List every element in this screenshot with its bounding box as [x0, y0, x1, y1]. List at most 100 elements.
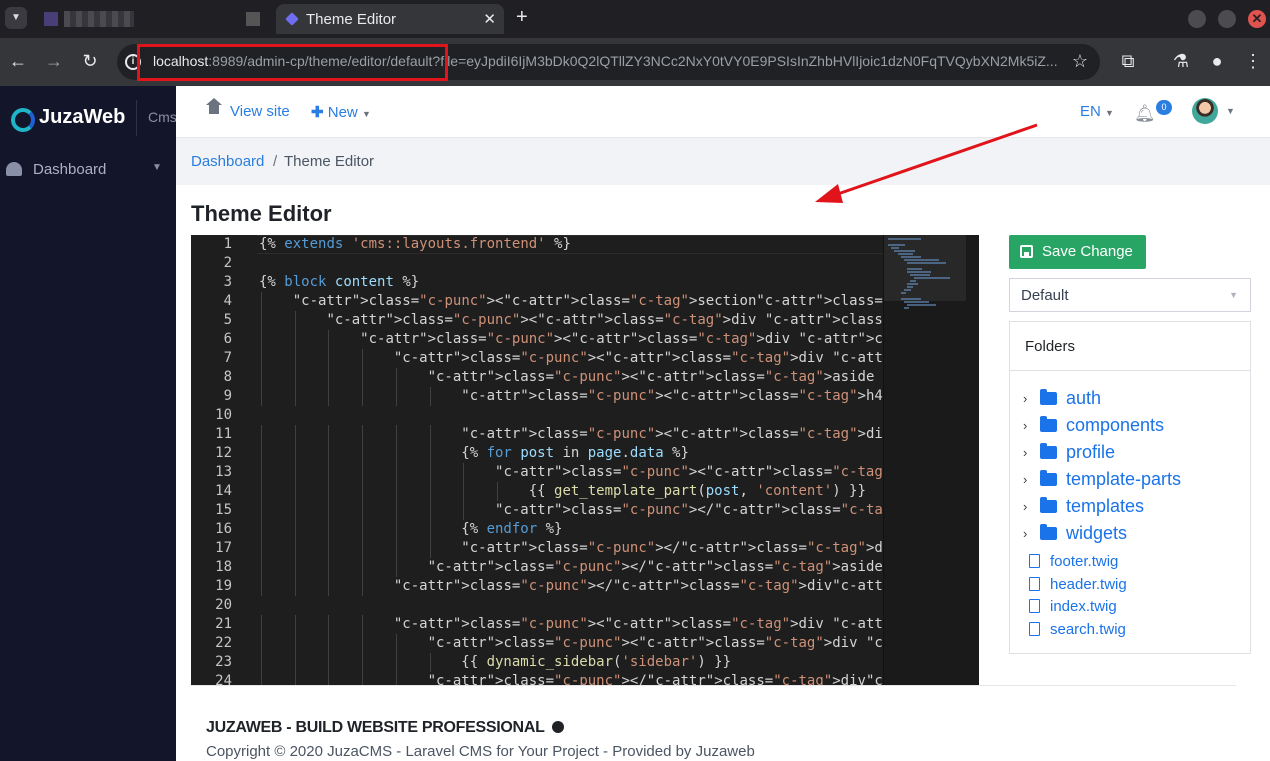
maximize-window-button[interactable] [1218, 10, 1236, 28]
indent-guide [395, 463, 397, 482]
tab-search-dropdown-icon[interactable]: ▼ [5, 7, 27, 29]
minimap-line [904, 289, 912, 291]
brand-name[interactable]: JuzaWeb [39, 106, 125, 129]
reload-icon[interactable]: ↻ [79, 51, 101, 72]
file-item[interactable]: search.twig [1010, 619, 1248, 641]
line-number: 20 [215, 597, 232, 613]
indent-guide [328, 672, 330, 685]
new-tab-button[interactable]: + [516, 6, 528, 29]
file-item[interactable]: footer.twig [1010, 551, 1248, 573]
file-item[interactable]: index.twig [1010, 596, 1248, 618]
folder-item-auth[interactable]: › auth [1010, 388, 1248, 410]
theme-select[interactable]: Default ▼ [1009, 278, 1251, 312]
admin-topbar: View site ✚ New ▼ EN ▼ 🔔︎ 0 ▼ [176, 86, 1270, 138]
breadcrumb-dashboard-link[interactable]: Dashboard [191, 153, 264, 170]
indent-guide [395, 387, 397, 406]
new-menu-button[interactable]: ✚ New ▼ [311, 103, 371, 121]
sidebar-item-dashboard[interactable]: Dashboard ▼ [0, 156, 176, 184]
extensions-puzzle-icon[interactable]: ⧉ [1117, 51, 1139, 72]
sidebar-item-label: Dashboard [33, 161, 107, 178]
code-line[interactable]: {% for post in page.data %} [259, 444, 689, 463]
minimap-line [888, 238, 922, 240]
code-line[interactable]: "c-attr">class="c-punc"></"c-attr">class… [259, 672, 979, 685]
minimize-window-button[interactable] [1188, 10, 1206, 28]
language-selector[interactable]: EN ▼ [1080, 103, 1114, 120]
chevron-right-icon[interactable]: › [1023, 418, 1027, 433]
code-line[interactable]: "c-attr">class="c-punc"><"c-attr">class=… [259, 349, 979, 368]
browser-tab-blurred[interactable] [36, 6, 268, 32]
code-line[interactable]: "c-attr">class="c-punc"></"c-attr">class… [259, 558, 979, 577]
code-line[interactable]: "c-attr">class="c-punc"><"c-attr">class=… [259, 311, 979, 330]
chevron-right-icon[interactable]: › [1023, 499, 1027, 514]
line-number: 13 [215, 464, 232, 480]
line-number: 24 [215, 673, 232, 685]
minimap-line [904, 259, 940, 261]
code-line[interactable]: "c-attr">class="c-punc"><"c-attr">class=… [259, 292, 967, 311]
notification-count-badge: 0 [1156, 100, 1172, 115]
bookmark-star-icon[interactable]: ☆ [1072, 51, 1088, 72]
close-window-button[interactable]: ✕ [1248, 10, 1266, 28]
code-line[interactable]: {{ get_template_part(post, 'content') }} [259, 482, 866, 501]
caret-down-icon[interactable]: ▼ [1226, 106, 1235, 116]
code-editor[interactable]: 1 {% extends 'cms::layouts.frontend' %} 2 3… [191, 235, 979, 685]
view-site-link[interactable]: View site [230, 103, 290, 120]
indent-guide [294, 482, 296, 501]
code-line[interactable]: "c-attr">class="c-punc"><"c-attr">class=… [259, 368, 979, 387]
folder-item-components[interactable]: › components [1010, 415, 1248, 437]
code-line[interactable]: "c-attr">class="c-punc"></"c-attr">class… [259, 539, 979, 558]
save-change-button[interactable]: Save Change [1009, 235, 1146, 269]
indent-guide [429, 520, 431, 539]
editor-minimap[interactable] [883, 235, 979, 685]
code-line[interactable]: "c-attr">class="c-punc"><"c-attr">class=… [259, 463, 979, 482]
folder-item-widgets[interactable]: › widgets [1010, 523, 1248, 545]
folder-icon [1040, 416, 1057, 432]
code-line[interactable]: {% block content %} [259, 273, 419, 292]
minimap-line [897, 253, 913, 255]
back-arrow-icon[interactable]: ← [7, 51, 29, 72]
folder-item-templates[interactable]: › templates [1010, 496, 1248, 518]
code-line[interactable]: "c-attr">class="c-punc"><"c-attr">class=… [259, 387, 979, 406]
code-line[interactable]: {% extends 'cms::layouts.frontend' %} [259, 235, 571, 254]
file-item[interactable]: header.twig [1010, 574, 1248, 596]
folder-label: templates [1066, 496, 1145, 516]
indent-guide [328, 463, 330, 482]
browser-tab-strip: ▼ Theme Editor ✕ + ✕ [0, 0, 1270, 38]
user-avatar[interactable] [1192, 98, 1218, 124]
line-number: 11 [215, 426, 232, 442]
blurred-favicon [44, 12, 58, 26]
forward-arrow-icon[interactable]: → [43, 51, 65, 72]
indent-guide [261, 653, 262, 672]
folder-icon [1040, 443, 1057, 459]
code-line[interactable]: "c-attr">class="c-punc"></"c-attr">class… [259, 501, 979, 520]
chevron-right-icon[interactable]: › [1023, 526, 1027, 541]
profile-person-icon[interactable]: ● [1206, 51, 1228, 72]
indent-guide [261, 444, 262, 463]
folder-item-profile[interactable]: › profile [1010, 442, 1248, 464]
indent-guide [294, 577, 296, 596]
tab-close-icon[interactable]: ✕ [483, 10, 496, 28]
minimap-line [907, 262, 946, 264]
labs-flask-icon[interactable]: ⚗ [1170, 51, 1192, 72]
code-line[interactable]: {% endfor %} [259, 520, 562, 539]
code-line[interactable]: "c-attr">class="c-punc"><"c-attr">class=… [259, 615, 979, 634]
indent-guide [261, 672, 262, 685]
file-icon [1029, 554, 1040, 568]
code-line[interactable]: "c-attr">class="c-punc"></"c-attr">class… [259, 577, 979, 596]
chevron-right-icon[interactable]: › [1023, 391, 1027, 406]
indent-guide [328, 387, 330, 406]
code-line[interactable]: "c-attr">class="c-punc"><"c-attr">class=… [259, 330, 979, 349]
indent-guide [463, 482, 465, 501]
browser-menu-icon[interactable]: ⋮ [1242, 51, 1264, 72]
line-number: 12 [215, 445, 232, 461]
notification-bell-icon[interactable]: 🔔︎ [1134, 104, 1156, 123]
chevron-right-icon[interactable]: › [1023, 472, 1027, 487]
folder-item-template-parts[interactable]: › template-parts [1010, 469, 1248, 491]
code-line[interactable]: {{ dynamic_sidebar('sidebar') }} [259, 653, 731, 672]
code-line[interactable]: "c-attr">class="c-punc"><"c-attr">class=… [259, 634, 979, 653]
code-line[interactable]: "c-attr">class="c-punc"><"c-attr">class=… [259, 425, 979, 444]
chevron-right-icon[interactable]: › [1023, 445, 1027, 460]
logo-divider [136, 100, 137, 136]
line-number: 15 [215, 502, 232, 518]
line-number: 16 [215, 521, 232, 537]
browser-tab-theme-editor[interactable]: Theme Editor ✕ [276, 4, 504, 34]
